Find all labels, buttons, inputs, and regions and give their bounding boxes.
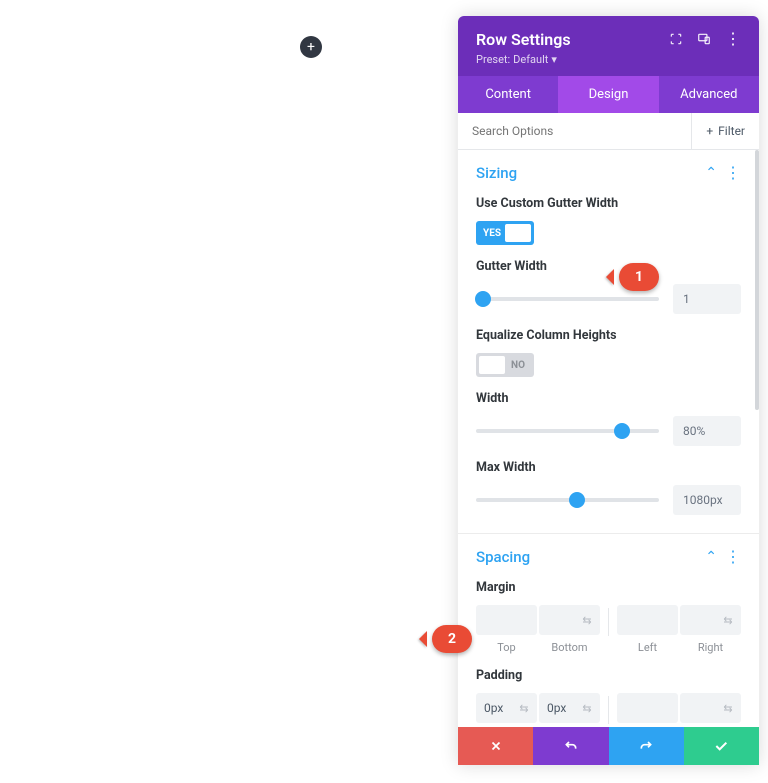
more-icon[interactable]: ⋮ — [725, 167, 741, 179]
input-gutter-width[interactable] — [673, 284, 741, 314]
label-custom-gutter: Use Custom Gutter Width — [476, 196, 741, 211]
section-sizing: Sizing ⌃ ⋮ Use Custom Gutter Width YES G… — [458, 150, 759, 534]
preset-value: Default — [513, 53, 548, 66]
input-margin-bottom[interactable] — [539, 605, 600, 635]
scrollbar[interactable] — [755, 150, 759, 410]
label-margin: Margin — [476, 580, 741, 595]
slider-max-width[interactable] — [476, 498, 659, 502]
redo-icon — [638, 738, 654, 754]
tab-design[interactable]: Design — [558, 76, 658, 113]
save-button[interactable] — [684, 727, 759, 765]
input-margin-top[interactable] — [476, 605, 537, 635]
slider-thumb[interactable] — [475, 291, 491, 307]
check-icon — [713, 738, 729, 754]
input-margin-right[interactable] — [680, 605, 741, 635]
padding-left-cell: Left — [617, 693, 678, 727]
more-icon[interactable]: ⋮ — [725, 32, 741, 46]
toggle-label: NO — [504, 360, 525, 371]
padding-right-cell: ⇆ Right — [680, 693, 741, 727]
slider-thumb[interactable] — [614, 423, 630, 439]
input-width[interactable] — [673, 416, 741, 446]
preset-prefix: Preset: — [476, 53, 510, 66]
input-padding-left[interactable] — [617, 693, 678, 723]
search-input[interactable] — [458, 113, 691, 149]
add-section-button[interactable]: + — [300, 36, 322, 58]
section-head-sizing[interactable]: Sizing ⌃ ⋮ — [458, 150, 759, 196]
redo-button[interactable] — [609, 727, 684, 765]
section-title: Sizing — [476, 164, 517, 182]
panel-footer — [458, 727, 759, 765]
annotation-number: 2 — [448, 631, 456, 647]
preset-selector[interactable]: Preset: Default ▾ — [476, 53, 571, 66]
chevron-down-icon: ▾ — [551, 53, 557, 66]
search-bar: + Filter — [458, 113, 759, 150]
input-padding-right[interactable] — [680, 693, 741, 723]
margin-left-cell: Left — [617, 605, 678, 654]
tab-content[interactable]: Content — [458, 76, 558, 113]
cancel-button[interactable] — [458, 727, 533, 765]
panel-header: Row Settings Preset: Default ▾ ⋮ — [458, 16, 759, 76]
sublabel: Bottom — [551, 641, 587, 654]
slider-thumb[interactable] — [569, 492, 585, 508]
margin-bottom-cell: ⇆ Bottom — [539, 605, 600, 654]
padding-top-cell: ⇆ Top — [476, 693, 537, 727]
divider — [608, 608, 609, 636]
input-padding-bottom[interactable] — [539, 693, 600, 723]
devices-icon[interactable] — [697, 32, 711, 46]
padding-bottom-cell: ⇆ Bottom — [539, 693, 600, 727]
toggle-equalize[interactable]: NO — [476, 353, 534, 377]
more-icon[interactable]: ⋮ — [725, 551, 741, 563]
label-padding: Padding — [476, 668, 741, 683]
margin-right-cell: ⇆ Right — [680, 605, 741, 654]
filter-label: Filter — [718, 124, 745, 138]
annotation-1: 1 — [619, 263, 659, 291]
toggle-custom-gutter[interactable]: YES — [476, 221, 534, 245]
plus-icon: + — [307, 39, 315, 55]
annotation-2: 2 — [432, 625, 472, 653]
input-max-width[interactable] — [673, 485, 741, 515]
input-padding-top[interactable] — [476, 693, 537, 723]
panel-title: Row Settings — [476, 30, 571, 49]
toggle-label: YES — [476, 228, 501, 239]
close-icon — [489, 739, 503, 753]
annotation-number: 1 — [635, 269, 643, 285]
input-margin-left[interactable] — [617, 605, 678, 635]
label-max-width: Max Width — [476, 460, 741, 475]
label-width: Width — [476, 391, 741, 406]
chevron-up-icon: ⌃ — [705, 549, 717, 565]
sublabel: Top — [497, 641, 515, 654]
tabs: Content Design Advanced — [458, 76, 759, 113]
slider-width[interactable] — [476, 429, 659, 433]
undo-button[interactable] — [533, 727, 608, 765]
section-title: Spacing — [476, 548, 530, 566]
toggle-knob — [505, 224, 531, 242]
margin-top-cell: Top — [476, 605, 537, 654]
divider — [608, 696, 609, 724]
plus-icon: + — [706, 124, 713, 138]
chevron-up-icon: ⌃ — [705, 165, 717, 181]
slider-gutter-width[interactable] — [476, 297, 659, 301]
panel-body: Sizing ⌃ ⋮ Use Custom Gutter Width YES G… — [458, 150, 759, 727]
tab-advanced[interactable]: Advanced — [659, 76, 759, 113]
sublabel: Left — [638, 641, 657, 654]
filter-button[interactable]: + Filter — [691, 113, 759, 149]
section-head-spacing[interactable]: Spacing ⌃ ⋮ — [458, 534, 759, 580]
undo-icon — [563, 738, 579, 754]
settings-panel: Row Settings Preset: Default ▾ ⋮ Content… — [458, 16, 759, 765]
toggle-knob — [479, 356, 505, 374]
expand-icon[interactable] — [669, 32, 683, 46]
label-equalize: Equalize Column Heights — [476, 328, 741, 343]
sublabel: Right — [698, 641, 723, 654]
section-spacing: Spacing ⌃ ⋮ Margin Top — [458, 534, 759, 727]
